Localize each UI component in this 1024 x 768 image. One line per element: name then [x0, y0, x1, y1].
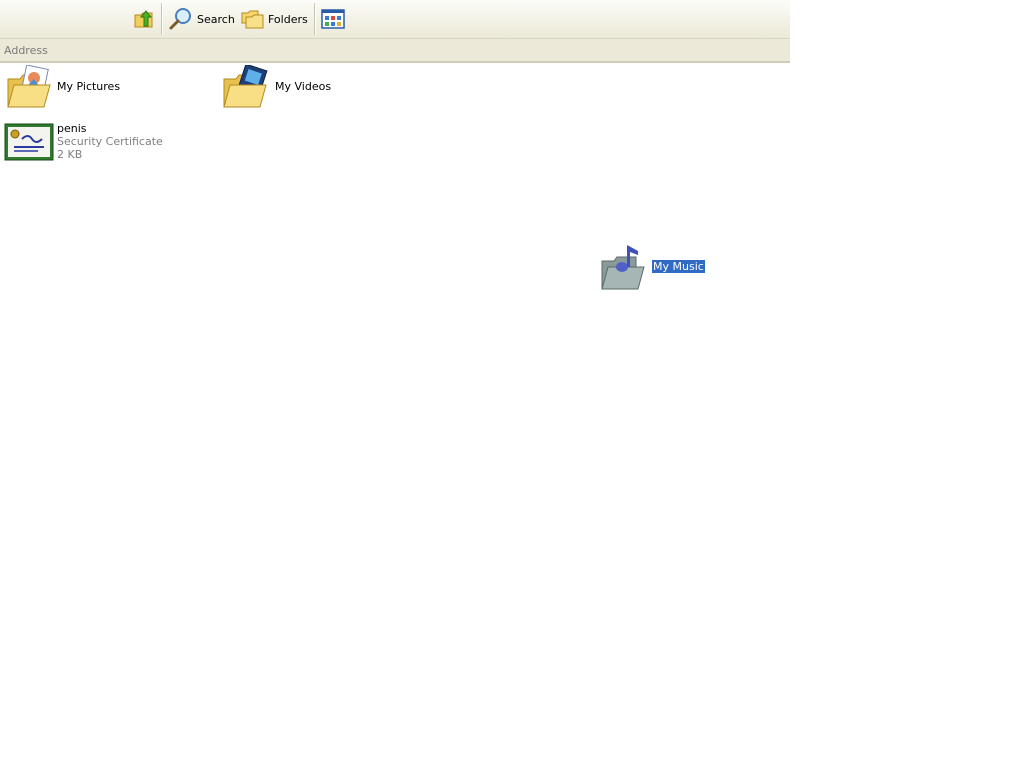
my-pictures-folder-icon	[7, 65, 51, 108]
explorer-window: Search Folders Address My Pictures My Vi…	[0, 0, 790, 768]
search-label: Search	[197, 12, 235, 26]
toolbar: Search Folders	[0, 0, 790, 39]
search-button[interactable]: Search	[168, 4, 235, 34]
security-certificate-icon	[4, 123, 54, 161]
list-item[interactable]: My Pictures	[6, 65, 206, 113]
item-name: penis	[57, 122, 87, 135]
list-item-selected[interactable]: My Music	[600, 243, 750, 293]
item-name: My Music	[652, 260, 705, 273]
my-videos-folder-icon	[223, 65, 268, 108]
item-type: Security Certificate	[57, 135, 163, 148]
folders-icon	[241, 10, 264, 29]
folder-up-icon	[134, 10, 153, 28]
address-label: Address	[4, 44, 48, 57]
views-icon	[321, 9, 345, 29]
item-name: My Pictures	[57, 80, 121, 93]
item-size: 2 KB	[57, 148, 83, 161]
address-bar[interactable]: Address	[0, 39, 790, 63]
folders-button[interactable]: Folders	[240, 4, 308, 34]
folders-label: Folders	[268, 12, 308, 26]
toolbar-separator	[161, 3, 163, 35]
search-icon	[169, 8, 191, 30]
list-item[interactable]: penis Security Certificate 2 KB	[4, 121, 204, 165]
views-button[interactable]	[321, 4, 345, 34]
item-name: My Videos	[275, 80, 332, 93]
list-item[interactable]: My Videos	[222, 65, 422, 113]
toolbar-separator	[314, 3, 316, 35]
file-list: My Pictures My Videos penis Security Cer…	[0, 63, 790, 768]
up-button[interactable]	[132, 4, 156, 34]
my-music-folder-icon	[601, 245, 645, 290]
